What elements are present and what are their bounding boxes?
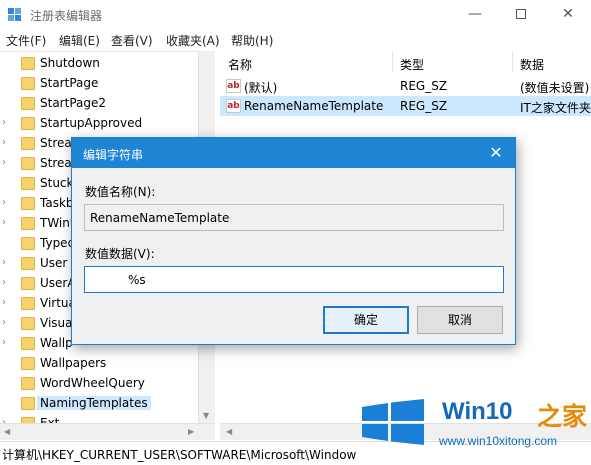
tree-horizontal-scrollbar[interactable]: ◀ ▶ [0, 423, 215, 440]
menu-view[interactable]: 查看(V) [111, 32, 153, 49]
tree-item[interactable]: StartPage [0, 74, 200, 94]
tree-item-label: StartPage2 [40, 96, 106, 110]
expand-chevron-icon[interactable]: › [2, 297, 6, 308]
expand-chevron-icon[interactable]: › [2, 217, 6, 228]
value-data: (数值未设置) [520, 81, 590, 95]
edit-string-dialog: 编辑字符串 ✕ 数值名称(N): RenameNameTemplate 数值数据… [71, 137, 516, 345]
value-name: (默认) [244, 81, 278, 95]
windows-logo-icon [362, 399, 424, 445]
watermark-brand: Win10 [442, 398, 513, 425]
title-bar: 注册表编辑器 — ✕ [0, 0, 591, 30]
tree-item-label: Typed [40, 236, 76, 250]
menu-favorites[interactable]: 收藏夹(A) [166, 32, 220, 49]
dialog-close-button[interactable]: ✕ [486, 143, 506, 163]
tree-item-label: Taskb [40, 196, 74, 210]
string-value-icon: ab [226, 99, 241, 113]
tree-item-label: StartupApproved [40, 116, 143, 130]
watermark-zhi: 之家 [537, 402, 588, 431]
maximize-icon [516, 9, 526, 19]
registry-editor-icon [8, 8, 22, 22]
close-button[interactable]: ✕ [545, 0, 591, 30]
folder-icon [21, 237, 35, 250]
value-name-field: RenameNameTemplate [84, 204, 504, 231]
value-name-label: 数值名称(N): [85, 185, 156, 199]
tree-item-label: Stuck [40, 176, 74, 190]
menu-bar: 文件(F) 编辑(E) 查看(V) 收藏夹(A) 帮助(H) [0, 30, 591, 50]
win10-watermark-logo: Win10 之家 www.win10xitong.com [360, 395, 591, 465]
folder-icon [21, 217, 35, 230]
watermark-url: www.win10xitong.com [439, 434, 558, 448]
expand-chevron-icon[interactable]: › [2, 197, 6, 208]
folder-icon [21, 297, 35, 310]
string-value-icon: ab [226, 79, 241, 93]
tree-item[interactable]: NamingTemplates [0, 394, 200, 414]
value-type: REG_SZ [400, 99, 448, 113]
status-path: 计算机\HKEY_CURRENT_USER\SOFTWARE\Microsoft… [2, 448, 357, 462]
expand-chevron-icon[interactable]: › [2, 137, 6, 148]
tree-item[interactable]: WordWheelQuery [0, 374, 200, 394]
value-row-renamenametemplate[interactable]: ab RenameNameTemplate REG_SZ IT之家文件夹 [220, 96, 591, 116]
folder-icon [21, 77, 35, 90]
tree-item-label: StartPage [40, 76, 99, 90]
tree-item-label: Wallp [40, 336, 73, 350]
column-header-data[interactable]: 数据 [520, 56, 544, 73]
minimize-button[interactable]: — [452, 0, 498, 30]
value-row-default[interactable]: ab (默认) REG_SZ (数值未设置) [220, 76, 591, 96]
expand-chevron-icon[interactable]: › [2, 317, 6, 328]
folder-icon [21, 97, 35, 110]
scroll-left-icon[interactable]: ◀ [4, 427, 10, 436]
value-data-input[interactable]: %s [84, 266, 504, 293]
expand-chevron-icon[interactable]: › [2, 157, 6, 168]
folder-icon [21, 397, 35, 410]
cancel-button[interactable]: 取消 [417, 306, 503, 334]
tree-item[interactable]: Shutdown [0, 54, 200, 74]
folder-icon [21, 277, 35, 290]
folder-icon [21, 257, 35, 270]
tree-item-label: Shutdown [40, 56, 100, 70]
tree-item-label: NamingTemplates [37, 396, 151, 410]
folder-icon [21, 137, 35, 150]
expand-chevron-icon[interactable]: › [2, 277, 6, 288]
tree-item-label: Wallpapers [40, 356, 107, 370]
value-type: REG_SZ [400, 79, 448, 93]
window-title: 注册表编辑器 [30, 9, 103, 23]
value-data: IT之家文件夹 [520, 101, 591, 115]
folder-icon [21, 57, 35, 70]
column-header-name[interactable]: 名称 [228, 56, 252, 73]
scroll-left-icon[interactable]: ◀ [226, 427, 232, 436]
value-data-label: 数值数据(V): [85, 247, 155, 261]
maximize-button[interactable] [498, 0, 544, 30]
ok-button[interactable]: 确定 [323, 306, 409, 334]
tree-item[interactable]: Wallpapers [0, 354, 200, 374]
folder-icon [21, 377, 35, 390]
dialog-title-bar[interactable]: 编辑字符串 ✕ [72, 138, 515, 168]
expand-chevron-icon[interactable]: › [2, 257, 6, 268]
scroll-down-icon[interactable]: ▼ [203, 411, 209, 420]
dialog-title: 编辑字符串 [83, 148, 144, 162]
column-header-type[interactable]: 类型 [400, 56, 424, 73]
tree-item[interactable]: StartPage2 [0, 94, 200, 114]
tree-item-label: WordWheelQuery [40, 376, 145, 390]
menu-help[interactable]: 帮助(H) [231, 32, 273, 49]
folder-icon [21, 317, 35, 330]
folder-icon [21, 177, 35, 190]
column-divider[interactable] [512, 51, 513, 73]
value-name: RenameNameTemplate [244, 99, 384, 113]
menu-edit[interactable]: 编辑(E) [59, 32, 100, 49]
scroll-right-icon[interactable]: ▶ [188, 427, 194, 436]
column-divider[interactable] [392, 51, 393, 73]
tree-item[interactable]: › StartupApproved [0, 114, 200, 134]
tree-item-label: User [40, 256, 68, 270]
folder-icon [21, 117, 35, 130]
folder-icon [21, 357, 35, 370]
tree-item-label: Visua [40, 316, 73, 330]
folder-icon [21, 197, 35, 210]
folder-icon [21, 337, 35, 350]
expand-chevron-icon[interactable]: › [2, 117, 6, 128]
expand-chevron-icon[interactable]: › [2, 337, 6, 348]
folder-icon [21, 157, 35, 170]
menu-file[interactable]: 文件(F) [6, 32, 46, 49]
